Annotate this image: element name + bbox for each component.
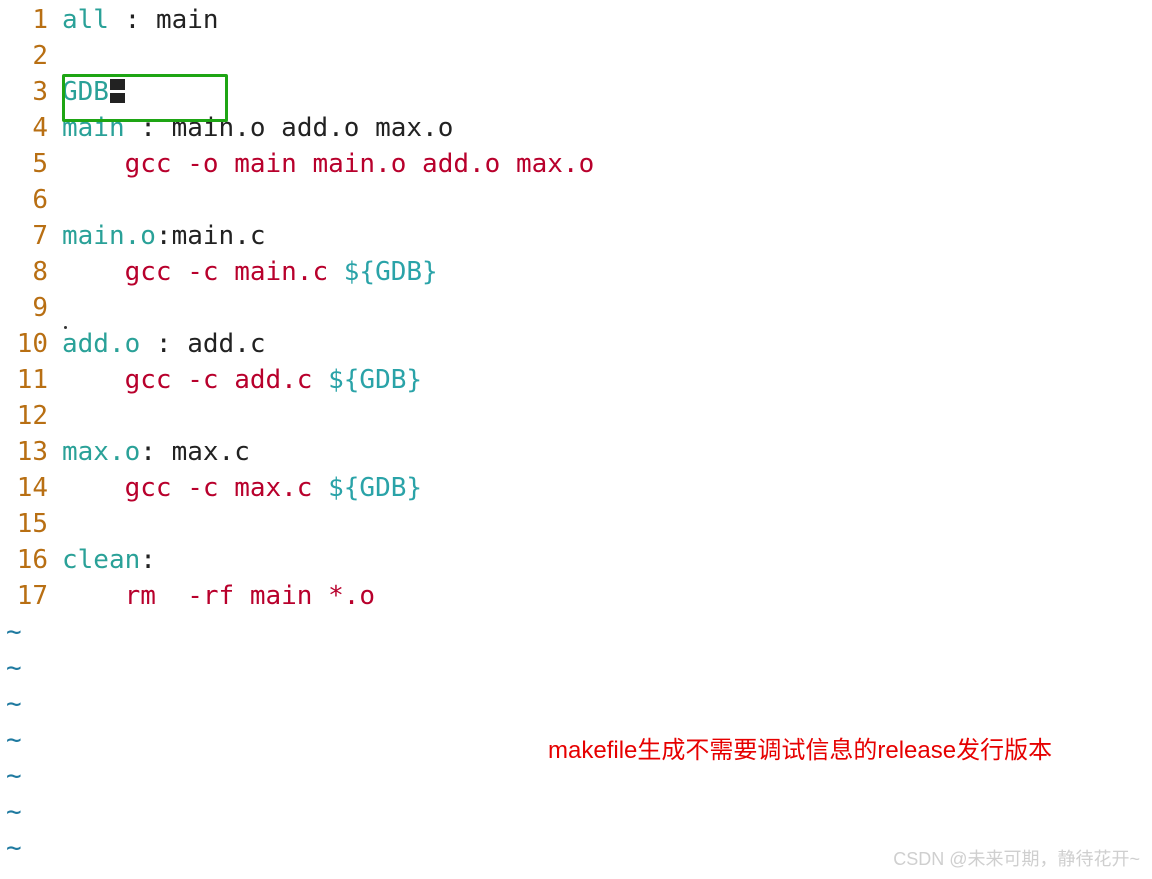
line-number: 17: [0, 578, 62, 614]
code-line: 9: [0, 290, 1152, 326]
code-content: all : main: [62, 2, 1152, 38]
code-line: 15: [0, 506, 1152, 542]
line-number: 15: [0, 506, 62, 542]
code-content: main.o:main.c: [62, 218, 1152, 254]
code-content: main : main.o add.o max.o: [62, 110, 1152, 146]
line-number: 12: [0, 398, 62, 434]
code-line: 11 gcc -c add.c ${GDB}: [0, 362, 1152, 398]
line-number: 16: [0, 542, 62, 578]
line-number: 2: [0, 38, 62, 74]
watermark-text: CSDN @未来可期，静待花开~: [893, 845, 1140, 871]
code-line: 2: [0, 38, 1152, 74]
line-number: 6: [0, 182, 62, 218]
line-number: 4: [0, 110, 62, 146]
code-line: 4 main : main.o add.o max.o: [0, 110, 1152, 146]
code-content: gcc -c main.c ${GDB}: [62, 254, 1152, 290]
code-line: 8 gcc -c main.c ${GDB}: [0, 254, 1152, 290]
code-line: 17 rm -rf main *.o: [0, 578, 1152, 614]
code-content: max.o: max.c: [62, 434, 1152, 470]
line-number: 14: [0, 470, 62, 506]
line-number: 11: [0, 362, 62, 398]
code-line: 5 gcc -o main main.o add.o max.o: [0, 146, 1152, 182]
line-number: 5: [0, 146, 62, 182]
empty-line-tilde: ~: [0, 686, 1152, 722]
code-content: GDB: [62, 74, 1152, 110]
empty-line-tilde: ~: [0, 650, 1152, 686]
code-content: add.o : add.c: [62, 326, 1152, 362]
code-content: clean:: [62, 542, 1152, 578]
line-number: 9: [0, 290, 62, 326]
code-line: 7 main.o:main.c: [0, 218, 1152, 254]
empty-line-tilde: ~: [0, 794, 1152, 830]
code-content: gcc -o main main.o add.o max.o: [62, 146, 1152, 182]
code-line: 3 GDB: [0, 74, 1152, 110]
code-line: 12: [0, 398, 1152, 434]
code-line: 6: [0, 182, 1152, 218]
annotation-text: makefile生成不需要调试信息的release发行版本: [548, 730, 1052, 765]
code-content: gcc -c max.c ${GDB}: [62, 470, 1152, 506]
code-content: gcc -c add.c ${GDB}: [62, 362, 1152, 398]
line-number: 13: [0, 434, 62, 470]
line-number: 1: [0, 2, 62, 38]
code-line: 13 max.o: max.c: [0, 434, 1152, 470]
decoration-dot: [64, 326, 67, 329]
code-line: 16 clean:: [0, 542, 1152, 578]
empty-line-tilde: ~: [0, 614, 1152, 650]
code-line: 1 all : main: [0, 2, 1152, 38]
line-number: 3: [0, 74, 62, 110]
line-number: 8: [0, 254, 62, 290]
cursor-icon: [110, 79, 125, 103]
code-line: 14 gcc -c max.c ${GDB}: [0, 470, 1152, 506]
code-content: rm -rf main *.o: [62, 578, 1152, 614]
line-number: 10: [0, 326, 62, 362]
code-line: 10 add.o : add.c: [0, 326, 1152, 362]
line-number: 7: [0, 218, 62, 254]
